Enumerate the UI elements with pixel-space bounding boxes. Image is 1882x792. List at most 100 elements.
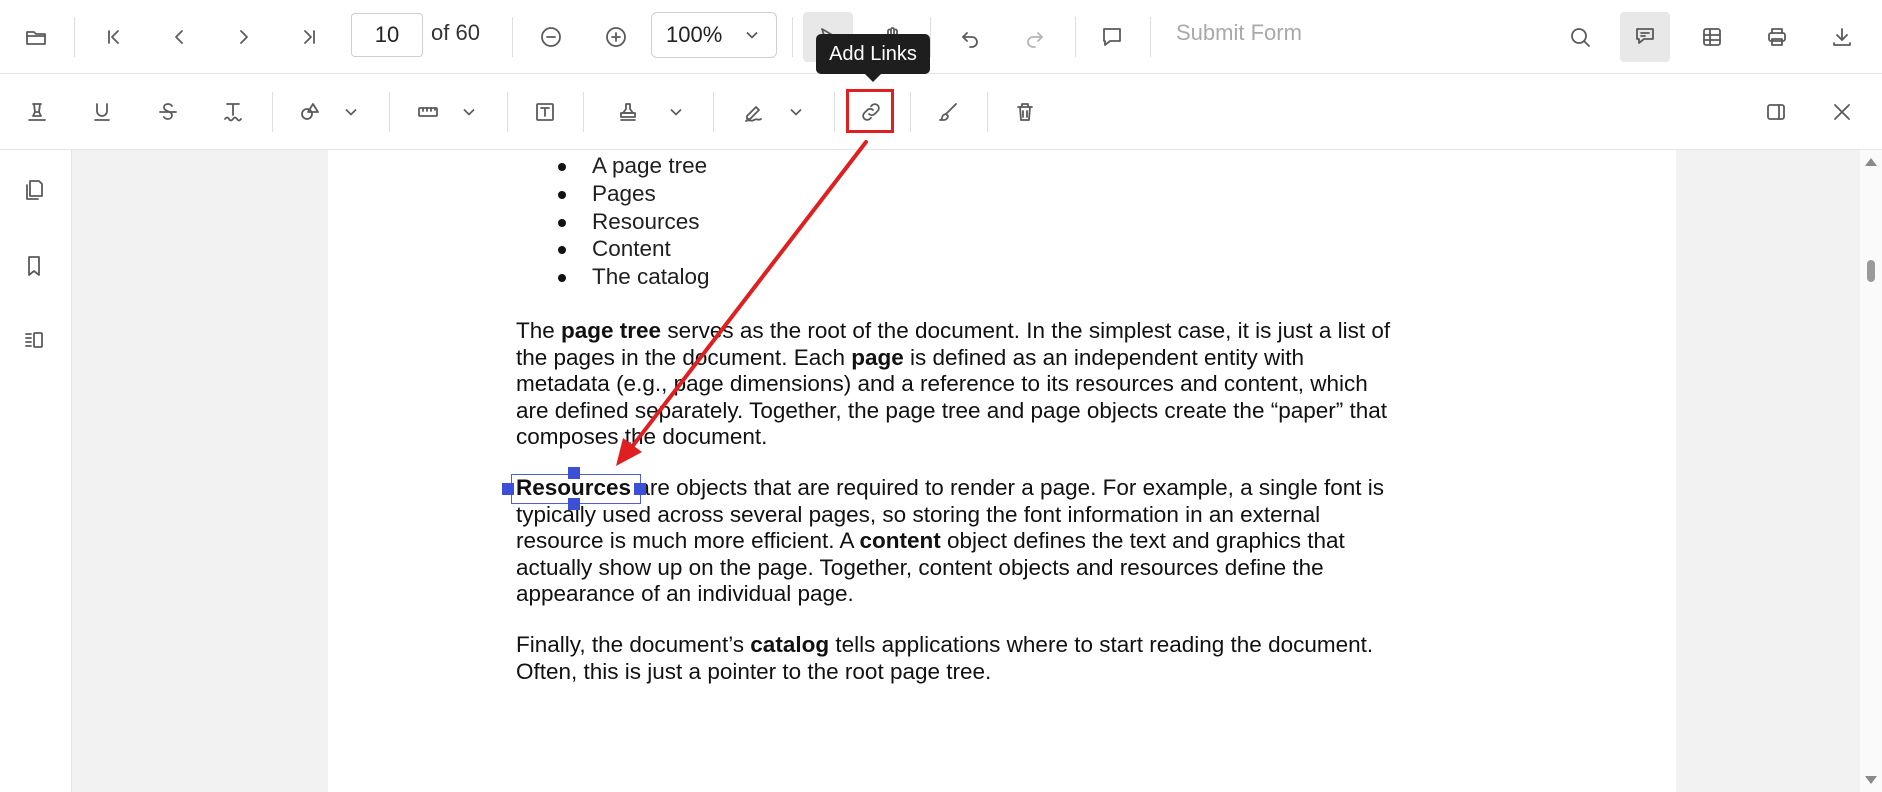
resize-handle-left[interactable] xyxy=(502,483,514,495)
underline-icon[interactable] xyxy=(82,92,122,132)
vertical-scrollbar[interactable] xyxy=(1860,150,1882,792)
comment-icon[interactable] xyxy=(1092,17,1132,57)
chevron-down-icon[interactable] xyxy=(666,102,686,122)
link-icon[interactable] xyxy=(851,92,891,132)
text-run: Often, this is just a pointer to the roo… xyxy=(516,658,992,684)
strikethrough-icon[interactable] xyxy=(148,92,188,132)
text-line: metadata (e.g., page dimensions) and a r… xyxy=(516,371,1368,398)
close-icon[interactable] xyxy=(1822,92,1862,132)
chevron-down-icon xyxy=(746,31,758,39)
scroll-down-arrow[interactable] xyxy=(1865,776,1877,784)
annotation-toolbar xyxy=(0,74,1882,150)
left-sidebar xyxy=(0,150,72,792)
free-text-icon[interactable] xyxy=(525,92,565,132)
text-line: Resources are objects that are required … xyxy=(516,475,1384,502)
text-run: serves as the root of the document. In t… xyxy=(661,318,1391,343)
toolbar-divider xyxy=(507,91,508,132)
shapes-icon[interactable] xyxy=(290,92,330,132)
text-run: actually show up on the page. Together, … xyxy=(516,554,1324,580)
text-run: appearance of an individual page. xyxy=(516,581,854,606)
list-item: A page tree xyxy=(558,152,710,180)
form-fields-icon[interactable] xyxy=(1692,17,1732,57)
zoom-value: 100% xyxy=(666,22,723,47)
undo-icon[interactable] xyxy=(950,17,990,57)
stamp-icon[interactable] xyxy=(608,92,648,132)
text-line: actually show up on the page. Together, … xyxy=(516,555,1324,582)
text-run: resource is much more efficient. A xyxy=(516,528,860,553)
trash-icon[interactable] xyxy=(1005,92,1045,132)
text-line: Often, this is just a pointer to the roo… xyxy=(516,659,991,686)
toolbar-divider xyxy=(910,91,911,132)
resize-handle-top[interactable] xyxy=(568,467,580,479)
page-number-input[interactable] xyxy=(351,13,423,57)
organize-pages-icon[interactable] xyxy=(14,320,54,360)
toolbar-divider xyxy=(1150,16,1151,57)
text-run: metadata (e.g., page dimensions) and a r… xyxy=(516,371,1368,396)
bold-term: content xyxy=(859,528,941,553)
chevron-down-icon[interactable] xyxy=(459,102,479,122)
toolbar-divider xyxy=(834,91,835,132)
text-line: appearance of an individual page. xyxy=(516,581,854,608)
bold-term: page tree xyxy=(561,318,662,343)
main-toolbar: of 60 100% Submit Form xyxy=(0,0,1882,74)
toolbar-divider xyxy=(512,16,513,57)
text-run: composes the document. xyxy=(516,424,768,449)
bold-term: catalog xyxy=(750,632,830,657)
toolbar-divider xyxy=(583,91,584,132)
page-thumbnails-icon[interactable] xyxy=(14,170,54,210)
print-icon[interactable] xyxy=(1757,17,1797,57)
page-count-label: of 60 xyxy=(431,20,480,45)
highlight-icon[interactable] xyxy=(17,92,57,132)
resize-handle-bottom[interactable] xyxy=(568,498,580,510)
text-run: are objects that are required to render … xyxy=(631,475,1384,500)
next-page-icon[interactable] xyxy=(224,17,264,57)
toolbar-divider xyxy=(930,16,931,57)
list-item: Resources xyxy=(558,208,710,236)
text-line: composes the document. xyxy=(516,424,767,451)
download-icon[interactable] xyxy=(1822,17,1862,57)
zoom-in-icon[interactable] xyxy=(596,17,636,57)
scroll-up-arrow[interactable] xyxy=(1865,158,1877,166)
submit-form-button[interactable]: Submit Form xyxy=(1176,20,1302,46)
previous-page-icon[interactable] xyxy=(159,17,199,57)
text-line: typically used across several pages, so … xyxy=(516,502,1320,529)
bookmark-icon[interactable] xyxy=(14,246,54,286)
chevron-down-icon[interactable] xyxy=(341,102,361,122)
text-line: are defined separately. Together, the pa… xyxy=(516,398,1387,425)
squiggly-icon[interactable] xyxy=(213,92,253,132)
panel-icon[interactable] xyxy=(1756,92,1796,132)
last-page-icon[interactable] xyxy=(290,17,330,57)
text-run: object defines the text and graphics tha… xyxy=(940,528,1345,553)
ink-brush-icon[interactable] xyxy=(928,92,968,132)
bold-term: page xyxy=(851,344,904,370)
search-icon[interactable] xyxy=(1560,17,1600,57)
redo-icon[interactable] xyxy=(1015,17,1055,57)
toolbar-divider xyxy=(389,91,390,132)
list-item: Content xyxy=(558,235,710,263)
text-run: Finally, the document’s xyxy=(516,632,751,657)
toolbar-divider xyxy=(713,91,714,132)
text-line: Finally, the document’s catalog tells ap… xyxy=(516,632,1373,659)
text-run: typically used across several pages, so … xyxy=(516,501,1321,527)
text-line: The page tree serves as the root of the … xyxy=(516,318,1390,345)
signature-icon[interactable] xyxy=(734,92,774,132)
toolbar-divider xyxy=(272,91,273,132)
ruler-icon[interactable] xyxy=(408,92,448,132)
text-run: the pages in the document. Each xyxy=(516,344,852,370)
bullet-list: A page tree Pages Resources Content The … xyxy=(558,152,710,291)
scroll-thumb[interactable] xyxy=(1867,260,1875,282)
text-run: is defined as an independent entity with xyxy=(903,344,1305,370)
list-item: The catalog xyxy=(558,264,710,290)
annotate-icon[interactable] xyxy=(1620,11,1670,62)
first-page-icon[interactable] xyxy=(93,17,133,57)
zoom-select[interactable]: 100% xyxy=(651,12,777,58)
folder-icon[interactable] xyxy=(16,17,56,57)
list-item: Pages xyxy=(558,180,710,208)
toolbar-divider xyxy=(1075,16,1076,57)
chevron-down-icon[interactable] xyxy=(786,102,806,122)
zoom-out-icon[interactable] xyxy=(531,17,571,57)
resize-handle-right[interactable] xyxy=(634,483,646,495)
text-run: are defined separately. Together, the pa… xyxy=(516,397,1388,423)
page-content: A page tree Pages Resources Content The … xyxy=(72,150,1860,792)
add-links-tooltip: Add Links xyxy=(816,34,930,82)
